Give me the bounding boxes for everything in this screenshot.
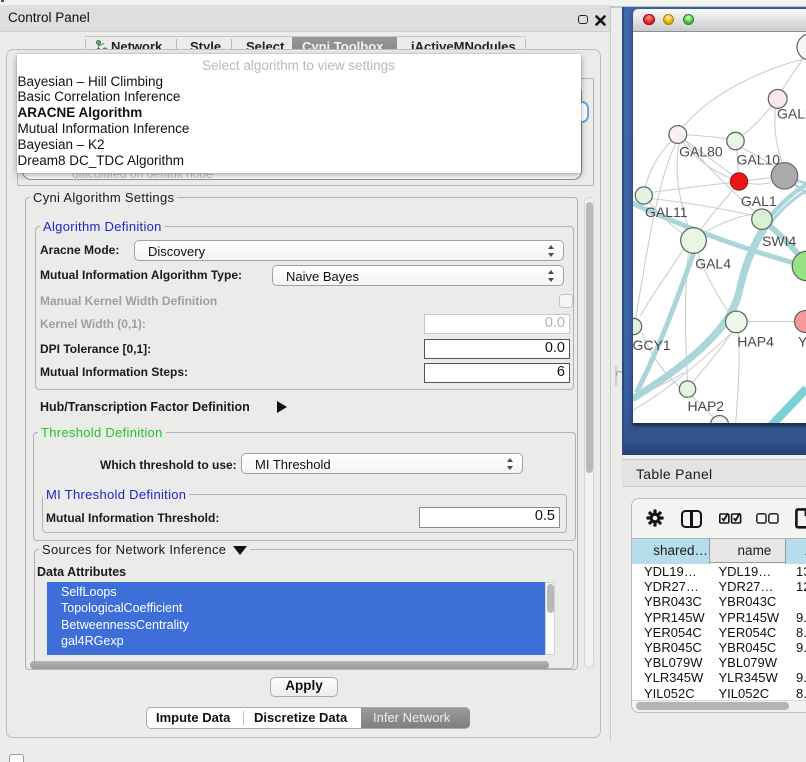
svg-text:YB: YB: [798, 334, 806, 350]
svg-text:GAL2: GAL2: [777, 106, 806, 122]
svg-text:GAL4: GAL4: [695, 256, 731, 272]
svg-text:GAL80: GAL80: [679, 144, 723, 160]
svg-text:GCY1: GCY1: [633, 337, 671, 353]
svg-text:HAP4: HAP4: [737, 334, 774, 350]
svg-text:SWI4: SWI4: [762, 233, 796, 249]
svg-text:GAL10: GAL10: [736, 152, 780, 168]
svg-text:GAL11: GAL11: [645, 204, 688, 220]
svg-text:HAP2: HAP2: [687, 398, 724, 414]
svg-text:GAL1: GAL1: [740, 193, 776, 209]
